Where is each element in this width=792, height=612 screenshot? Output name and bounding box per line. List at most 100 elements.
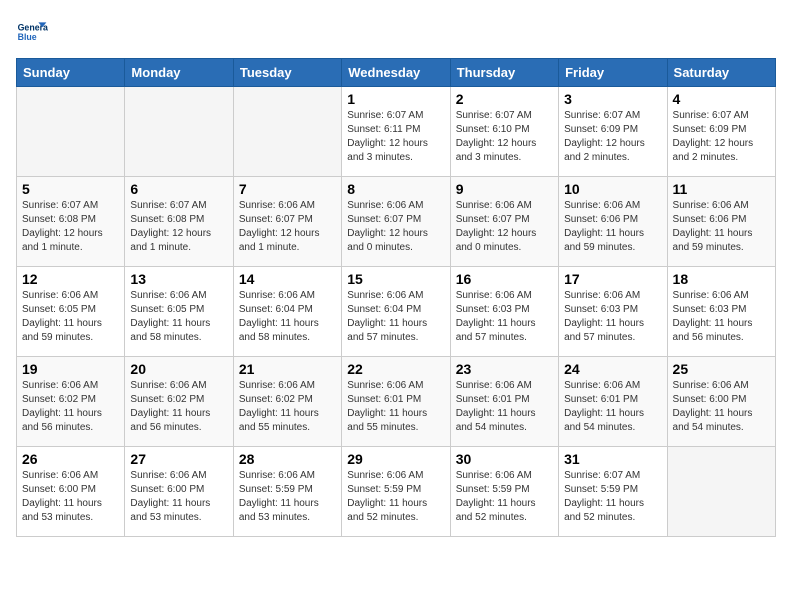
cal-cell: 8Sunrise: 6:06 AM Sunset: 6:07 PM Daylig… <box>342 177 450 267</box>
calendar-table: SundayMondayTuesdayWednesdayThursdayFrid… <box>16 58 776 537</box>
day-number: 6 <box>130 181 227 197</box>
cal-cell: 31Sunrise: 6:07 AM Sunset: 5:59 PM Dayli… <box>559 447 667 537</box>
day-info: Sunrise: 6:06 AM Sunset: 6:05 PM Dayligh… <box>22 289 119 345</box>
day-number: 23 <box>456 361 553 377</box>
day-number: 15 <box>347 271 444 287</box>
day-info: Sunrise: 6:06 AM Sunset: 6:01 PM Dayligh… <box>347 379 444 435</box>
day-number: 7 <box>239 181 336 197</box>
cal-cell: 24 Sunrise: 6:06 AM Sunset: 6:01 PM Dayli… <box>559 357 667 447</box>
day-info: Sunrise: 6:06 AM Sunset: 6:05 PM Dayligh… <box>130 289 227 345</box>
day-number: 17 <box>564 271 661 287</box>
week-row-5: 26Sunrise: 6:06 AM Sunset: 6:00 PM Dayli… <box>17 447 776 537</box>
day-number: 25 <box>673 361 770 377</box>
logo-icon: General Blue <box>16 16 48 48</box>
cal-cell: 28 Sunrise: 6:06 AM Sunset: 5:59 PM Dayli… <box>233 447 341 537</box>
cal-cell: 30 Sunrise: 6:06 AM Sunset: 5:59 PM Dayli… <box>450 447 558 537</box>
cal-cell: 29 Sunrise: 6:06 AM Sunset: 5:59 PM Dayli… <box>342 447 450 537</box>
cal-cell: 22 Sunrise: 6:06 AM Sunset: 6:01 PM Dayli… <box>342 357 450 447</box>
day-header-saturday: Saturday <box>667 59 775 87</box>
day-info: Sunrise: 6:07 AM Sunset: 6:09 PM Dayligh… <box>564 109 661 165</box>
day-number: 27 <box>130 451 227 467</box>
day-info: Sunrise: 6:06 AM Sunset: 6:07 PM Dayligh… <box>239 199 336 255</box>
cal-cell: 12 Sunrise: 6:06 AM Sunset: 6:05 PM Dayli… <box>17 267 125 357</box>
cal-cell: 23 Sunrise: 6:06 AM Sunset: 6:01 PM Dayli… <box>450 357 558 447</box>
cal-cell: 27 Sunrise: 6:06 AM Sunset: 6:00 PM Dayli… <box>125 447 233 537</box>
day-info: Sunrise: 6:06 AM Sunset: 6:03 PM Dayligh… <box>456 289 553 345</box>
cal-cell: 9Sunrise: 6:06 AM Sunset: 6:07 PM Daylig… <box>450 177 558 267</box>
day-info: Sunrise: 6:06 AM Sunset: 6:00 PM Dayligh… <box>22 469 119 525</box>
day-number: 29 <box>347 451 444 467</box>
day-info: Sunrise: 6:06 AM Sunset: 6:01 PM Dayligh… <box>564 379 661 435</box>
day-info: Sunrise: 6:07 AM Sunset: 6:09 PM Dayligh… <box>673 109 770 165</box>
logo: General Blue <box>16 16 48 48</box>
cal-cell: 26Sunrise: 6:06 AM Sunset: 6:00 PM Dayli… <box>17 447 125 537</box>
page-header: General Blue <box>16 16 776 48</box>
cal-cell: 11 Sunrise: 6:06 AM Sunset: 6:06 PM Dayli… <box>667 177 775 267</box>
cal-cell: 21 Sunrise: 6:06 AM Sunset: 6:02 PM Dayli… <box>233 357 341 447</box>
day-header-monday: Monday <box>125 59 233 87</box>
day-number: 1 <box>347 91 444 107</box>
cal-cell: 6 Sunrise: 6:07 AM Sunset: 6:08 PM Daylig… <box>125 177 233 267</box>
day-number: 16 <box>456 271 553 287</box>
day-number: 21 <box>239 361 336 377</box>
day-number: 13 <box>130 271 227 287</box>
day-info: Sunrise: 6:06 AM Sunset: 6:04 PM Dayligh… <box>347 289 444 345</box>
day-header-tuesday: Tuesday <box>233 59 341 87</box>
day-info: Sunrise: 6:06 AM Sunset: 5:59 PM Dayligh… <box>347 469 444 525</box>
cal-cell: 16 Sunrise: 6:06 AM Sunset: 6:03 PM Dayli… <box>450 267 558 357</box>
day-header-sunday: Sunday <box>17 59 125 87</box>
day-header-thursday: Thursday <box>450 59 558 87</box>
day-info: Sunrise: 6:06 AM Sunset: 6:04 PM Dayligh… <box>239 289 336 345</box>
day-number: 2 <box>456 91 553 107</box>
day-header-wednesday: Wednesday <box>342 59 450 87</box>
day-number: 19 <box>22 361 119 377</box>
day-number: 18 <box>673 271 770 287</box>
cal-cell: 13 Sunrise: 6:06 AM Sunset: 6:05 PM Dayli… <box>125 267 233 357</box>
day-number: 22 <box>347 361 444 377</box>
day-info: Sunrise: 6:06 AM Sunset: 6:06 PM Dayligh… <box>673 199 770 255</box>
day-number: 14 <box>239 271 336 287</box>
week-row-2: 5Sunrise: 6:07 AM Sunset: 6:08 PM Daylig… <box>17 177 776 267</box>
day-number: 30 <box>456 451 553 467</box>
week-row-4: 19 Sunrise: 6:06 AM Sunset: 6:02 PM Dayli… <box>17 357 776 447</box>
week-row-1: 1 Sunrise: 6:07 AM Sunset: 6:11 PM Daylig… <box>17 87 776 177</box>
day-number: 4 <box>673 91 770 107</box>
day-number: 10 <box>564 181 661 197</box>
cal-cell: 18 Sunrise: 6:06 AM Sunset: 6:03 PM Dayli… <box>667 267 775 357</box>
day-number: 8 <box>347 181 444 197</box>
day-number: 20 <box>130 361 227 377</box>
day-number: 12 <box>22 271 119 287</box>
cal-cell: 2Sunrise: 6:07 AM Sunset: 6:10 PM Daylig… <box>450 87 558 177</box>
cal-cell: 14 Sunrise: 6:06 AM Sunset: 6:04 PM Dayli… <box>233 267 341 357</box>
cal-cell: 7 Sunrise: 6:06 AM Sunset: 6:07 PM Daylig… <box>233 177 341 267</box>
day-info: Sunrise: 6:06 AM Sunset: 5:59 PM Dayligh… <box>456 469 553 525</box>
cal-cell: 5Sunrise: 6:07 AM Sunset: 6:08 PM Daylig… <box>17 177 125 267</box>
day-info: Sunrise: 6:07 AM Sunset: 6:08 PM Dayligh… <box>22 199 119 255</box>
day-number: 28 <box>239 451 336 467</box>
cal-cell: 3 Sunrise: 6:07 AM Sunset: 6:09 PM Daylig… <box>559 87 667 177</box>
day-header-friday: Friday <box>559 59 667 87</box>
day-info: Sunrise: 6:06 AM Sunset: 5:59 PM Dayligh… <box>239 469 336 525</box>
day-number: 24 <box>564 361 661 377</box>
day-info: Sunrise: 6:06 AM Sunset: 6:02 PM Dayligh… <box>239 379 336 435</box>
day-info: Sunrise: 6:07 AM Sunset: 5:59 PM Dayligh… <box>564 469 661 525</box>
day-number: 9 <box>456 181 553 197</box>
cal-cell <box>667 447 775 537</box>
day-info: Sunrise: 6:06 AM Sunset: 6:02 PM Dayligh… <box>22 379 119 435</box>
day-info: Sunrise: 6:06 AM Sunset: 6:01 PM Dayligh… <box>456 379 553 435</box>
svg-text:Blue: Blue <box>18 32 37 42</box>
day-number: 3 <box>564 91 661 107</box>
cal-cell <box>125 87 233 177</box>
day-number: 11 <box>673 181 770 197</box>
cal-cell: 4 Sunrise: 6:07 AM Sunset: 6:09 PM Daylig… <box>667 87 775 177</box>
day-info: Sunrise: 6:07 AM Sunset: 6:11 PM Dayligh… <box>347 109 444 165</box>
cal-cell <box>17 87 125 177</box>
cal-cell <box>233 87 341 177</box>
cal-cell: 10Sunrise: 6:06 AM Sunset: 6:06 PM Dayli… <box>559 177 667 267</box>
day-info: Sunrise: 6:07 AM Sunset: 6:08 PM Dayligh… <box>130 199 227 255</box>
day-info: Sunrise: 6:06 AM Sunset: 6:03 PM Dayligh… <box>673 289 770 345</box>
day-info: Sunrise: 6:06 AM Sunset: 6:00 PM Dayligh… <box>130 469 227 525</box>
cal-cell: 15 Sunrise: 6:06 AM Sunset: 6:04 PM Dayli… <box>342 267 450 357</box>
cal-cell: 1 Sunrise: 6:07 AM Sunset: 6:11 PM Daylig… <box>342 87 450 177</box>
cal-cell: 19 Sunrise: 6:06 AM Sunset: 6:02 PM Dayli… <box>17 357 125 447</box>
